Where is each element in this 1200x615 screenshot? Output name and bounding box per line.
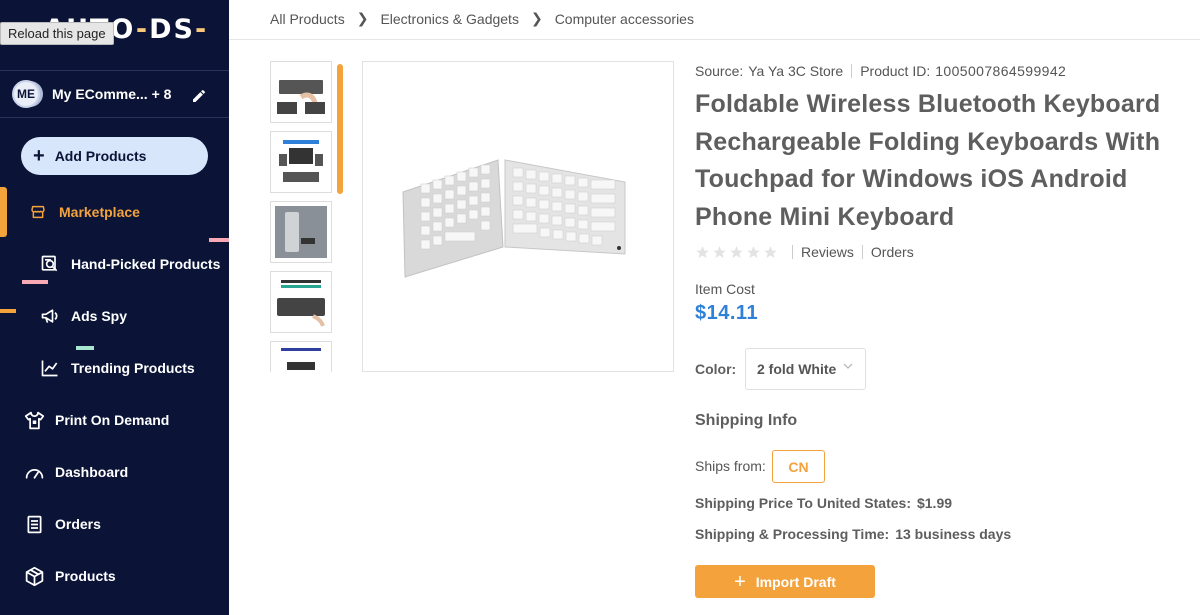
- sidebar-item-label: Print On Demand: [55, 412, 170, 428]
- tshirt-icon: [24, 411, 45, 429]
- shipping-time-line: Shipping & Processing Time: 13 business d…: [695, 526, 1011, 542]
- store-name: My EComme... + 8: [52, 86, 172, 102]
- star-icon: [713, 245, 726, 258]
- thumbnail-2[interactable]: [270, 131, 332, 193]
- decor-dash: [0, 309, 16, 313]
- decor-dash: [76, 346, 94, 350]
- shipping-info-title: Shipping Info: [695, 412, 798, 429]
- gauge-icon: [25, 468, 44, 479]
- thumbnail-image: [275, 206, 327, 258]
- sidebar-item-label: Hand-Picked Products: [71, 256, 221, 272]
- sidebar-item-trending[interactable]: Trending Products: [0, 348, 229, 388]
- shipping-time-value: 13 business days: [895, 526, 1012, 542]
- trending-icon: [41, 360, 58, 377]
- reviews-link[interactable]: Reviews: [801, 244, 854, 260]
- source-label: Source:: [695, 63, 744, 79]
- breadcrumb-computer-accessories[interactable]: Computer accessories: [555, 11, 694, 27]
- store-extra-count: + 8: [151, 86, 172, 102]
- shipping-price-label: Shipping Price To United States:: [695, 495, 911, 511]
- thumbnail-4[interactable]: [270, 271, 332, 333]
- keyboard-image: [402, 159, 626, 278]
- plus-icon: +: [734, 570, 746, 593]
- breadcrumb-all-products[interactable]: All Products: [270, 11, 345, 27]
- import-draft-label: Import Draft: [755, 573, 836, 590]
- thumbnail-1[interactable]: [270, 61, 332, 123]
- divider: [861, 245, 863, 259]
- store-icon: [31, 205, 45, 219]
- avatar: ME: [12, 80, 40, 108]
- star-icon: [764, 245, 777, 258]
- thumbnail-image: [277, 280, 325, 327]
- product-id-label: Product ID:: [860, 63, 931, 79]
- sidebar-item-marketplace[interactable]: Marketplace: [0, 192, 229, 232]
- add-products-button[interactable]: + Add Products: [21, 137, 208, 175]
- sidebar-item-print-on-demand[interactable]: Print On Demand: [0, 400, 229, 440]
- thumbnail-image: [277, 80, 325, 114]
- sidebar-item-label: Products: [55, 568, 116, 584]
- color-label: Color:: [695, 361, 737, 377]
- breadcrumb-electronics[interactable]: Electronics & Gadgets: [380, 11, 519, 27]
- divider: [229, 39, 1200, 40]
- thumbnail-image: [281, 348, 321, 370]
- color-select-value: 2 fold White: [757, 361, 837, 377]
- rating-row: Reviews Orders: [695, 244, 914, 260]
- divider: [851, 64, 853, 78]
- thumbnail-strip[interactable]: [270, 61, 334, 372]
- star-rating: [695, 245, 780, 260]
- shipping-price-value: $1.99: [916, 495, 953, 511]
- sidebar-item-label: Trending Products: [71, 360, 195, 376]
- megaphone-icon: [41, 309, 58, 323]
- shipping-price-line: Shipping Price To United States: $1.99: [695, 495, 952, 511]
- product-id: 1005007864599942: [935, 63, 1067, 79]
- shipping-time-label: Shipping & Processing Time:: [695, 526, 890, 542]
- chevron-down-icon: [843, 363, 853, 369]
- reload-tooltip: Reload this page: [0, 22, 114, 45]
- star-icon: [730, 245, 743, 258]
- chevron-right-icon: ❯: [530, 10, 543, 26]
- sidebar-item-label: Ads Spy: [71, 308, 128, 324]
- store-selector[interactable]: ME My EComme... + 8: [0, 70, 229, 118]
- product-title: Foldable Wireless Bluetooth Keyboard Rec…: [695, 90, 1161, 231]
- search-list-icon: [41, 255, 58, 272]
- item-cost-price: $14.11: [695, 302, 759, 324]
- product-source-row: Source: Ya Ya 3C Store Product ID: 10050…: [695, 63, 1066, 79]
- decor-dash: [209, 238, 229, 242]
- add-products-label: Add Products: [54, 148, 147, 164]
- sidebar-item-products[interactable]: Products: [0, 556, 229, 596]
- sidebar-item-label: Orders: [55, 516, 101, 532]
- thumbnail-image: [279, 140, 323, 182]
- star-icon: [696, 245, 709, 258]
- decor-dash: [22, 280, 48, 284]
- star-icon: [747, 245, 760, 258]
- chevron-right-icon: ❯: [356, 10, 369, 26]
- thumbnail-5[interactable]: [270, 341, 332, 372]
- sidebar-item-label: Marketplace: [59, 204, 140, 220]
- pencil-icon[interactable]: [191, 88, 207, 104]
- sidebar-item-orders[interactable]: Orders: [0, 504, 229, 544]
- sidebar-item-hand-picked[interactable]: Hand-Picked Products: [0, 244, 229, 284]
- breadcrumb: All Products ❯ Electronics & Gadgets ❯ C…: [270, 10, 694, 27]
- sidebar-item-label: Dashboard: [55, 464, 129, 480]
- thumbnail-3[interactable]: [270, 201, 332, 263]
- sidebar-item-ads-spy[interactable]: Ads Spy: [0, 296, 229, 336]
- ships-from-cn-button[interactable]: CN: [772, 450, 825, 483]
- ships-from-label: Ships from:: [695, 458, 766, 474]
- product-main-image[interactable]: [362, 61, 674, 372]
- orders-link[interactable]: Orders: [871, 244, 914, 260]
- box-icon: [25, 566, 44, 586]
- sidebar-item-dashboard[interactable]: Dashboard: [0, 452, 229, 492]
- item-cost-label: Item Cost: [695, 281, 755, 297]
- sidebar: AUTO-DS- Reload this page ME My EComme..…: [0, 0, 229, 615]
- plus-icon: +: [33, 145, 45, 167]
- divider: [792, 245, 793, 259]
- import-draft-button[interactable]: + Import Draft: [695, 565, 875, 598]
- clipboard-icon: [27, 515, 42, 533]
- source-store[interactable]: Ya Ya 3C Store: [748, 63, 843, 79]
- color-select[interactable]: 2 fold White: [745, 348, 866, 390]
- thumbnail-scrollbar[interactable]: [337, 64, 343, 194]
